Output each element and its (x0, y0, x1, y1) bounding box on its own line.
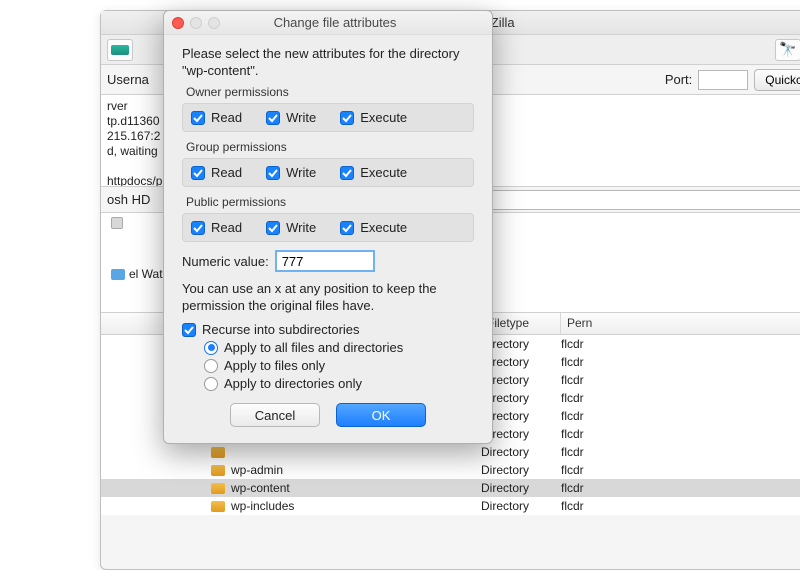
dialog-titlebar: Change file attributes (164, 11, 492, 35)
radio-icon (204, 377, 218, 391)
checkmark-icon (266, 221, 280, 235)
binoculars-icon: 🔭 (779, 41, 796, 58)
close-icon[interactable] (172, 17, 184, 29)
table-row-selected[interactable]: wp-contentDirectoryflcdr (101, 479, 800, 497)
hint-text: You can use an x at any position to keep… (182, 280, 474, 314)
public-permissions-label: Public permissions (182, 195, 474, 209)
owner-execute-checkbox[interactable]: Execute (340, 110, 407, 125)
minimize-icon (190, 17, 202, 29)
col-filetype[interactable]: Filetype (481, 313, 561, 334)
local-path-fragment: osh HD (107, 192, 156, 207)
checkmark-icon (266, 111, 280, 125)
public-read-checkbox[interactable]: Read (191, 220, 242, 235)
group-read-checkbox[interactable]: Read (191, 165, 242, 180)
apply-dirs-radio[interactable]: Apply to directories only (204, 376, 474, 391)
port-label: Port: (665, 72, 692, 87)
remote-path-input[interactable] (456, 190, 800, 210)
change-attributes-dialog: Change file attributes Please select the… (163, 10, 493, 444)
table-row[interactable]: Directoryflcdr (101, 443, 800, 461)
disk-icon (111, 217, 123, 229)
recurse-checkbox[interactable]: Recurse into subdirectories (182, 322, 474, 337)
owner-read-checkbox[interactable]: Read (191, 110, 242, 125)
checkmark-icon (266, 166, 280, 180)
public-write-checkbox[interactable]: Write (266, 220, 316, 235)
col-permissions[interactable]: Pern (561, 313, 800, 334)
group-write-checkbox[interactable]: Write (266, 165, 316, 180)
checkmark-icon (191, 166, 205, 180)
radio-icon (204, 341, 218, 355)
public-execute-checkbox[interactable]: Execute (340, 220, 407, 235)
group-permissions-label: Group permissions (182, 140, 474, 154)
toolbar-search[interactable]: 🔭 (775, 39, 800, 61)
folder-icon (211, 465, 225, 476)
table-row[interactable]: wp-adminDirectoryflcdr (101, 461, 800, 479)
port-input[interactable] (698, 70, 748, 90)
checkmark-icon (340, 221, 354, 235)
username-label: Userna (107, 72, 149, 87)
quickconnect-button[interactable]: Quickconn (754, 69, 800, 91)
dialog-title: Change file attributes (226, 15, 484, 30)
connect-icon (111, 45, 129, 55)
ok-button[interactable]: OK (336, 403, 426, 427)
folder-icon (211, 447, 225, 458)
checkmark-icon (340, 166, 354, 180)
folder-icon (211, 483, 225, 494)
checkmark-icon (182, 323, 196, 337)
cancel-button[interactable]: Cancel (230, 403, 320, 427)
table-row[interactable]: wp-includesDirectoryflcdr (101, 497, 800, 515)
folder-icon (211, 501, 225, 512)
numeric-value-input[interactable] (275, 250, 375, 272)
dialog-intro: Please select the new attributes for the… (182, 45, 474, 79)
numeric-value-label: Numeric value: (182, 254, 269, 269)
checkmark-icon (191, 111, 205, 125)
apply-all-radio[interactable]: Apply to all files and directories (204, 340, 474, 355)
checkmark-icon (191, 221, 205, 235)
folder-icon (111, 269, 125, 280)
owner-permissions-label: Owner permissions (182, 85, 474, 99)
group-execute-checkbox[interactable]: Execute (340, 165, 407, 180)
zoom-icon (208, 17, 220, 29)
toolbar-button[interactable] (107, 39, 133, 61)
owner-write-checkbox[interactable]: Write (266, 110, 316, 125)
checkmark-icon (340, 111, 354, 125)
apply-files-radio[interactable]: Apply to files only (204, 358, 474, 373)
radio-icon (204, 359, 218, 373)
